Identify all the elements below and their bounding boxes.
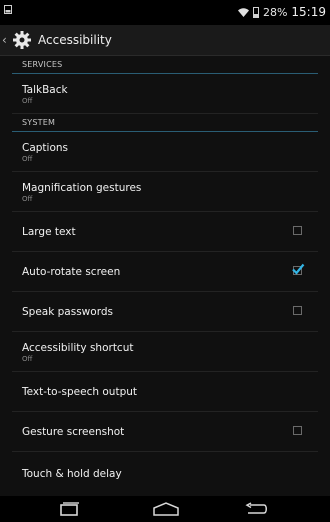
setting-accessibility-shortcut[interactable]: Accessibility shortcut Off [12,332,318,372]
battery-icon [252,6,259,18]
gesture-screenshot-checkbox[interactable] [293,426,302,435]
large-text-checkbox[interactable] [293,226,302,235]
setting-speak-passwords[interactable]: Speak passwords [12,292,318,332]
setting-summary: Off [22,97,33,105]
speak-passwords-checkbox[interactable] [293,306,302,315]
setting-auto-rotate-screen[interactable]: Auto-rotate screen [12,252,318,292]
wifi-icon [237,7,249,17]
status-bar: 28% 15:19 [0,0,330,25]
home-icon[interactable] [152,502,180,516]
setting-title: TalkBack [22,84,68,96]
setting-title: Magnification gestures [22,182,142,194]
setting-magnification-gestures[interactable]: Magnification gestures Off [12,172,318,212]
setting-touch-hold-delay[interactable]: Touch & hold delay [12,452,318,496]
setting-talkback[interactable]: TalkBack Off [12,74,318,114]
setting-title: Gesture screenshot [22,426,125,438]
settings-list[interactable]: SERVICES TalkBack Off SYSTEM Captions Of… [0,56,330,496]
setting-text-to-speech-output[interactable]: Text-to-speech output [12,372,318,412]
back-icon[interactable] [244,502,268,516]
setting-large-text[interactable]: Large text [12,212,318,252]
up-chevron-icon[interactable]: ‹ [2,25,10,55]
clock: 15:19 [291,5,326,19]
setting-gesture-screenshot[interactable]: Gesture screenshot [12,412,318,452]
notification-icon [4,5,12,14]
setting-summary: Off [22,155,33,163]
setting-title: Accessibility shortcut [22,342,134,354]
gear-icon [13,31,31,49]
section-header-services: SERVICES [12,56,318,74]
setting-title: Text-to-speech output [22,386,138,398]
battery-percent: 28% [262,5,288,19]
setting-summary: Off [22,195,33,203]
setting-title: Captions [22,142,69,154]
section-header-system: SYSTEM [12,114,318,132]
battery-fill [253,13,258,17]
setting-title: Large text [22,226,76,238]
setting-captions[interactable]: Captions Off [12,132,318,172]
checkmark-icon [292,263,305,275]
setting-title: Auto-rotate screen [22,266,121,278]
navigation-bar [0,496,330,522]
setting-summary: Off [22,355,33,363]
setting-title: Speak passwords [22,306,113,318]
recent-apps-icon[interactable] [58,502,80,516]
page-title: Accessibility [38,33,112,47]
status-indicators: 28% 15:19 [237,5,326,19]
action-bar[interactable]: ‹ Accessibility [0,25,330,56]
setting-title: Touch & hold delay [22,468,122,480]
